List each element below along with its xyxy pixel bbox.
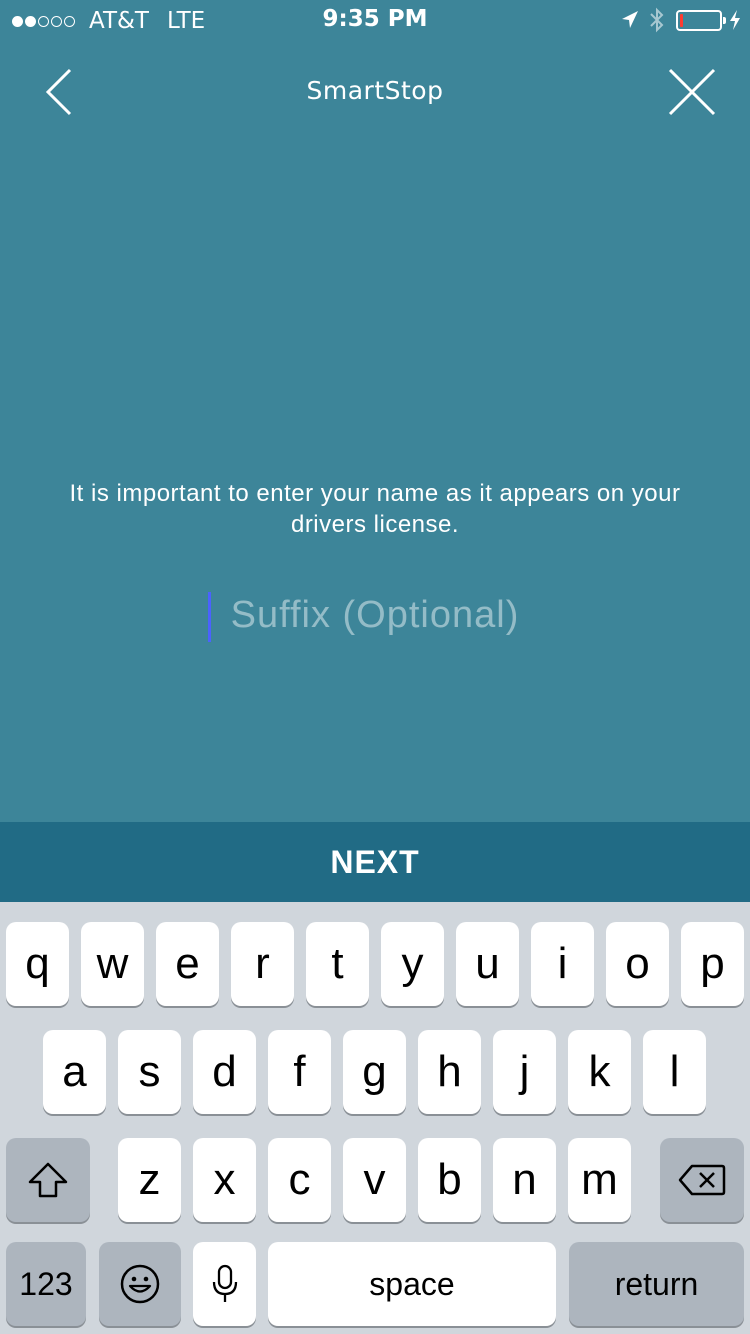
key-n[interactable]: n xyxy=(493,1138,556,1222)
location-arrow-icon xyxy=(622,11,638,28)
close-button[interactable] xyxy=(662,62,722,122)
charging-bolt-icon xyxy=(730,10,740,30)
shift-key[interactable] xyxy=(6,1138,90,1222)
shift-icon xyxy=(28,1162,68,1198)
battery-icon xyxy=(676,9,726,31)
key-b[interactable]: b xyxy=(418,1138,481,1222)
key-m[interactable]: m xyxy=(568,1138,631,1222)
key-a[interactable]: a xyxy=(43,1030,106,1114)
battery-level xyxy=(680,13,683,27)
key-u[interactable]: u xyxy=(456,922,519,1006)
key-r[interactable]: r xyxy=(231,922,294,1006)
key-c[interactable]: c xyxy=(268,1138,331,1222)
key-h[interactable]: h xyxy=(418,1030,481,1114)
key-e[interactable]: e xyxy=(156,922,219,1006)
close-icon xyxy=(668,68,716,116)
numbers-key[interactable]: 123 xyxy=(6,1242,86,1326)
app-title: SmartStop xyxy=(306,76,444,105)
key-k[interactable]: k xyxy=(568,1030,631,1114)
backspace-icon xyxy=(678,1164,726,1196)
dictation-key[interactable] xyxy=(193,1242,256,1326)
key-j[interactable]: j xyxy=(493,1030,556,1114)
key-s[interactable]: s xyxy=(118,1030,181,1114)
battery-nub xyxy=(723,16,726,24)
instruction-text: It is important to enter your name as it… xyxy=(69,480,681,538)
key-y[interactable]: y xyxy=(381,922,444,1006)
key-w[interactable]: w xyxy=(81,922,144,1006)
emoji-icon xyxy=(120,1264,160,1304)
key-z[interactable]: z xyxy=(118,1138,181,1222)
bluetooth-icon xyxy=(650,7,664,33)
keyboard: q w e r t y u i o p a s d f g h j k l z … xyxy=(0,902,750,1334)
key-f[interactable]: f xyxy=(268,1030,331,1114)
key-q[interactable]: q xyxy=(6,922,69,1006)
delete-key[interactable] xyxy=(660,1138,744,1222)
emoji-key[interactable] xyxy=(99,1242,181,1326)
key-v[interactable]: v xyxy=(343,1138,406,1222)
microphone-icon xyxy=(212,1264,237,1302)
key-d[interactable]: d xyxy=(193,1030,256,1114)
key-x[interactable]: x xyxy=(193,1138,256,1222)
key-o[interactable]: o xyxy=(606,922,669,1006)
key-i[interactable]: i xyxy=(531,922,594,1006)
key-l[interactable]: l xyxy=(643,1030,706,1114)
status-bar: AT&T LTE 9:35 PM xyxy=(0,0,750,40)
status-right xyxy=(620,7,742,33)
next-button[interactable]: NEXT xyxy=(0,822,750,902)
suffix-input[interactable] xyxy=(150,585,600,645)
key-t[interactable]: t xyxy=(306,922,369,1006)
text-caret xyxy=(208,592,211,642)
key-p[interactable]: p xyxy=(681,922,744,1006)
space-key[interactable]: space xyxy=(268,1242,556,1326)
return-key[interactable]: return xyxy=(569,1242,744,1326)
key-g[interactable]: g xyxy=(343,1030,406,1114)
